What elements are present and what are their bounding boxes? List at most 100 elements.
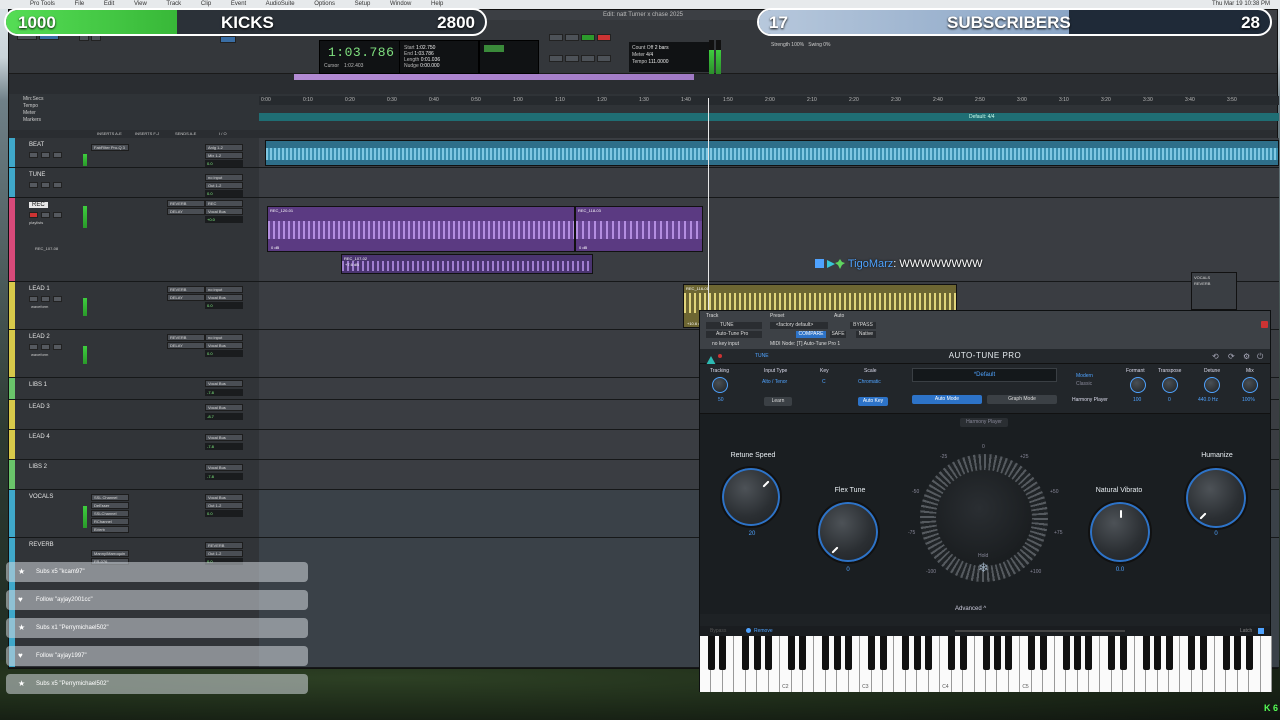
ruler-markers[interactable]: Markers	[23, 117, 44, 124]
compare-button[interactable]: COMPARE	[796, 331, 826, 338]
preset-display[interactable]: *Default	[912, 368, 1057, 382]
black-key[interactable]	[1142, 636, 1150, 670]
black-key[interactable]	[1085, 636, 1093, 670]
stop-button[interactable]	[565, 34, 579, 41]
volume-readout[interactable]: -7.8	[205, 473, 243, 480]
volume-readout[interactable]: -7.8	[205, 389, 243, 396]
volume-readout[interactable]: 0.0	[205, 160, 243, 167]
mix-knob[interactable]	[1242, 377, 1258, 393]
vocals-mini-strip[interactable]: VOCALS REVERB	[1191, 272, 1237, 310]
record-arm-button[interactable]	[29, 152, 38, 158]
insert-slot[interactable]: SSLChannel	[91, 510, 129, 517]
insert-slot[interactable]: DeEsser	[91, 502, 129, 509]
send-slot[interactable]: DELAY	[167, 208, 205, 215]
black-key[interactable]	[1062, 636, 1070, 670]
menu-protools[interactable]: Pro Tools	[30, 1, 55, 7]
menu-window[interactable]: Window	[390, 1, 411, 7]
black-key[interactable]	[845, 636, 853, 670]
black-key[interactable]	[1245, 636, 1253, 670]
track-name[interactable]: LEAD 1	[29, 286, 50, 292]
ruler-tempo[interactable]: Tempo	[23, 103, 44, 110]
solo-button[interactable]	[41, 212, 50, 218]
mute-button[interactable]	[53, 344, 62, 350]
track-header[interactable]: LEAD 2 waveform REVERB DELAY no input Vo…	[9, 330, 259, 377]
black-key[interactable]	[707, 636, 715, 670]
track-name[interactable]: LEAD 4	[29, 434, 50, 440]
input-selector[interactable]: no input	[205, 286, 243, 293]
black-key[interactable]	[833, 636, 841, 670]
track-name[interactable]: LEAD 2	[29, 334, 50, 340]
black-key[interactable]	[959, 636, 967, 670]
piano-bypass-toggle[interactable]: Bypass	[710, 626, 726, 636]
track-selector[interactable]: TUNE	[706, 322, 762, 329]
black-key[interactable]	[753, 636, 761, 670]
tempo-ruler-lane[interactable]	[259, 113, 1279, 121]
insert-slot[interactable]: FabFilter Pro-Q 3	[91, 144, 129, 151]
track-name[interactable]: VOCALS	[29, 494, 53, 500]
online-button[interactable]	[549, 34, 563, 41]
send-slot[interactable]: REVERB	[167, 334, 205, 341]
tracking-knob[interactable]	[712, 377, 728, 393]
redo-icon[interactable]: ⟳	[1228, 352, 1235, 361]
track-header[interactable]: REC playlists REVERB DELAY REC Vocal Bus…	[9, 198, 259, 281]
black-key[interactable]	[1119, 636, 1127, 670]
record-arm-button[interactable]	[29, 182, 38, 188]
input-selector[interactable]: Vocal Bus	[205, 494, 243, 501]
track-name[interactable]: LEAD 3	[29, 404, 50, 410]
alt-playlist-name[interactable]: REC_107-08	[35, 246, 58, 251]
key-input-selector[interactable]: no key input	[712, 341, 739, 347]
audio-clip[interactable]: REC_107-02 +7.6 dB	[341, 254, 593, 274]
white-key[interactable]	[1260, 636, 1272, 692]
send-slot[interactable]: REVERB	[167, 286, 205, 293]
mute-button[interactable]	[53, 152, 62, 158]
safe-button[interactable]: SAFE	[830, 331, 846, 338]
play-button[interactable]	[581, 34, 595, 41]
menu-help[interactable]: Help	[431, 1, 443, 7]
return-to-zero-button[interactable]	[549, 55, 563, 62]
track-header[interactable]: LEAD 1 waveform REVERB DELAY no input Vo…	[9, 282, 259, 329]
input-selector[interactable]: Anlg 1-2	[205, 144, 243, 151]
mute-button[interactable]	[53, 296, 62, 302]
detune-knob[interactable]	[1204, 377, 1220, 393]
black-key[interactable]	[1165, 636, 1173, 670]
track-header[interactable]: LEAD 3 Vocal Bus -8.7	[9, 400, 259, 429]
output-selector[interactable]: Vocal Bus	[205, 464, 243, 471]
mute-button[interactable]	[53, 182, 62, 188]
quantize-panel[interactable]: Strength 100% Swing 0%	[769, 40, 849, 70]
output-selector[interactable]: Out 1-2	[205, 550, 243, 557]
track-header[interactable]: LIBS 2 Vocal Bus -7.8	[9, 460, 259, 489]
black-key[interactable]	[1199, 636, 1207, 670]
volume-readout[interactable]: -7.8	[205, 443, 243, 450]
track-name[interactable]: LIBS 2	[29, 464, 47, 470]
track-lane[interactable]: REC_120-01 0 dB REC_118-03 0 dB REC_107-…	[259, 198, 1279, 281]
track-view-selector[interactable]: waveform	[31, 304, 48, 309]
solo-button[interactable]	[41, 344, 50, 350]
black-key[interactable]	[1108, 636, 1116, 670]
track-name[interactable]: LIBS 1	[29, 382, 47, 388]
audio-clip[interactable]: REC_120-01 0 dB	[267, 206, 575, 252]
native-button[interactable]: Native	[856, 331, 876, 338]
menu-view[interactable]: View	[134, 1, 147, 7]
volume-readout[interactable]: 0.0	[205, 190, 243, 197]
black-key[interactable]	[799, 636, 807, 670]
record-arm-button[interactable]	[29, 296, 38, 302]
menu-event[interactable]: Event	[231, 1, 246, 7]
black-key[interactable]	[879, 636, 887, 670]
menu-setup[interactable]: Setup	[355, 1, 371, 7]
auto-key-button[interactable]: Auto Key	[858, 397, 888, 406]
black-key[interactable]	[993, 636, 1001, 670]
black-key[interactable]	[1222, 636, 1230, 670]
track-name[interactable]: TUNE	[29, 172, 45, 178]
menu-file[interactable]: File	[75, 1, 85, 7]
audio-clip[interactable]	[265, 140, 1279, 166]
output-selector[interactable]: Vocal Bus	[205, 380, 243, 387]
menu-options[interactable]: Options	[314, 1, 335, 7]
track-name[interactable]: BEAT	[29, 142, 44, 148]
volume-readout[interactable]: 0.0	[205, 302, 243, 309]
black-key[interactable]	[822, 636, 830, 670]
gear-icon[interactable]: ⚙	[1243, 352, 1250, 361]
track-header[interactable]: LIBS 1 Vocal Bus -7.8	[9, 378, 259, 399]
output-selector[interactable]: Out 1-2	[205, 502, 243, 509]
black-key[interactable]	[1039, 636, 1047, 670]
record-arm-button[interactable]	[29, 344, 38, 350]
